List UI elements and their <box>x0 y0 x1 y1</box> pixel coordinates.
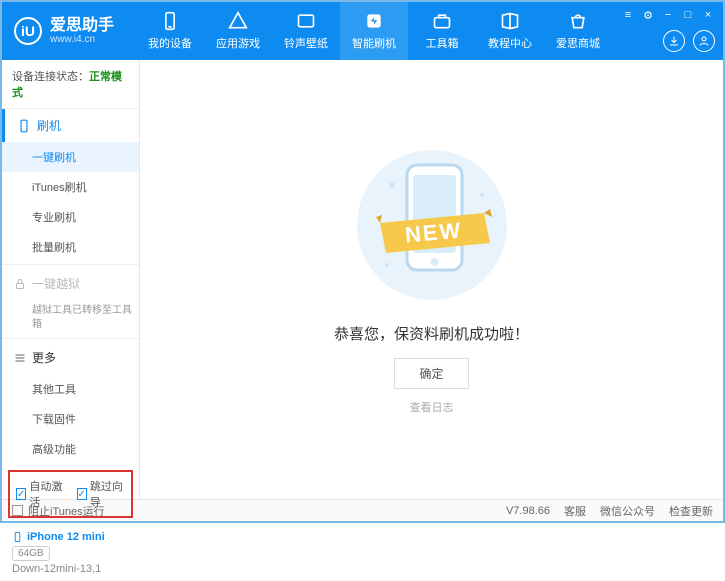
sidebar-section-jailbreak: 一键越狱 <box>2 267 139 300</box>
brand-url: www.i4.cn <box>50 34 114 45</box>
sidebar-item-batch[interactable]: 批量刷机 <box>2 232 139 262</box>
ribbon-text: NEW <box>403 217 462 247</box>
brand-logo-icon: iU <box>14 17 42 45</box>
checkbox-icon: ✓ <box>77 488 87 500</box>
settings-icon[interactable]: ⚙ <box>641 8 655 22</box>
confirm-button[interactable]: 确定 <box>394 358 468 389</box>
tab-apps[interactable]: 应用游戏 <box>204 2 272 60</box>
nav-tabs: 我的设备 应用游戏 铃声壁纸 智能刷机 工具箱 教程中心 爱思商城 <box>136 2 612 60</box>
device-status: 设备连接状态：正常模式 <box>2 60 139 109</box>
brand-title: 爱思助手 <box>50 17 114 35</box>
tab-label: 我的设备 <box>148 35 192 51</box>
customer-service-link[interactable]: 客服 <box>564 503 586 519</box>
device-identifier: Down-12mini-13,1 <box>12 563 129 575</box>
tab-label: 工具箱 <box>426 35 459 51</box>
tab-label: 智能刷机 <box>352 35 396 51</box>
download-button[interactable] <box>663 30 685 52</box>
brand: iU 爱思助手 www.i4.cn <box>2 17 126 46</box>
apps-icon <box>228 11 248 31</box>
sidebar-item-oneclick[interactable]: 一键刷机 <box>2 142 139 172</box>
sidebar: 设备连接状态：正常模式 刷机 一键刷机 iTunes刷机 专业刷机 批量刷机 一… <box>2 60 140 499</box>
sidebar-item-pro[interactable]: 专业刷机 <box>2 202 139 232</box>
checkbox-block-itunes[interactable] <box>12 505 23 516</box>
device-icon <box>160 11 180 31</box>
success-illustration: NEW <box>352 145 512 305</box>
phone-icon <box>12 530 23 544</box>
main-content: NEW 恭喜您，保资料刷机成功啦！ 确定 查看日志 <box>140 60 723 499</box>
block-itunes-label: 阻止iTunes运行 <box>28 503 105 519</box>
view-log-link[interactable]: 查看日志 <box>410 399 454 415</box>
status-label: 设备连接状态： <box>12 71 89 83</box>
tab-toolbox[interactable]: 工具箱 <box>408 2 476 60</box>
tab-tutorials[interactable]: 教程中心 <box>476 2 544 60</box>
menu-icon[interactable]: ≡ <box>621 8 635 22</box>
section-label: 一键越狱 <box>32 275 80 292</box>
user-button[interactable] <box>693 30 715 52</box>
section-label: 刷机 <box>37 117 61 134</box>
store-icon <box>568 11 588 31</box>
sidebar-section-more[interactable]: 更多 <box>2 341 139 374</box>
maximize-icon[interactable]: □ <box>681 8 695 22</box>
flash-icon <box>364 11 384 31</box>
phone-icon <box>17 119 31 133</box>
connected-device[interactable]: iPhone 12 mini 64GB Down-12mini-13,1 <box>2 524 139 581</box>
user-icon <box>698 35 710 47</box>
tab-label: 铃声壁纸 <box>284 35 328 51</box>
app-header: iU 爱思助手 www.i4.cn 我的设备 应用游戏 铃声壁纸 智能刷机 工具… <box>2 2 723 60</box>
sidebar-item-advanced[interactable]: 高级功能 <box>2 434 139 464</box>
book-icon <box>500 11 520 31</box>
minimize-icon[interactable]: − <box>661 8 675 22</box>
tab-label: 教程中心 <box>488 35 532 51</box>
jailbreak-note: 越狱工具已转移至工具箱 <box>2 300 139 336</box>
wallpaper-icon <box>296 11 316 31</box>
device-storage: 64GB <box>12 546 50 561</box>
tab-label: 应用游戏 <box>216 35 260 51</box>
sidebar-item-itunes[interactable]: iTunes刷机 <box>2 172 139 202</box>
version-label: V7.98.66 <box>506 505 550 517</box>
toolbox-icon <box>432 11 452 31</box>
check-update-link[interactable]: 检查更新 <box>669 503 713 519</box>
tab-flash[interactable]: 智能刷机 <box>340 2 408 60</box>
tab-my-device[interactable]: 我的设备 <box>136 2 204 60</box>
checkbox-icon: ✓ <box>16 488 26 500</box>
download-icon <box>668 35 680 47</box>
sidebar-item-other-tools[interactable]: 其他工具 <box>2 374 139 404</box>
section-label: 更多 <box>32 349 56 366</box>
success-message: 恭喜您，保资料刷机成功啦！ <box>334 323 529 344</box>
tab-ringtones[interactable]: 铃声壁纸 <box>272 2 340 60</box>
wechat-link[interactable]: 微信公众号 <box>600 503 655 519</box>
sidebar-section-flash[interactable]: 刷机 <box>2 109 139 142</box>
close-icon[interactable]: × <box>701 8 715 22</box>
tab-store[interactable]: 爱思商城 <box>544 2 612 60</box>
tab-label: 爱思商城 <box>556 35 600 51</box>
sidebar-item-download-fw[interactable]: 下载固件 <box>2 404 139 434</box>
device-name: iPhone 12 mini <box>27 531 105 543</box>
lock-icon <box>14 278 26 290</box>
menu-icon <box>14 352 26 364</box>
